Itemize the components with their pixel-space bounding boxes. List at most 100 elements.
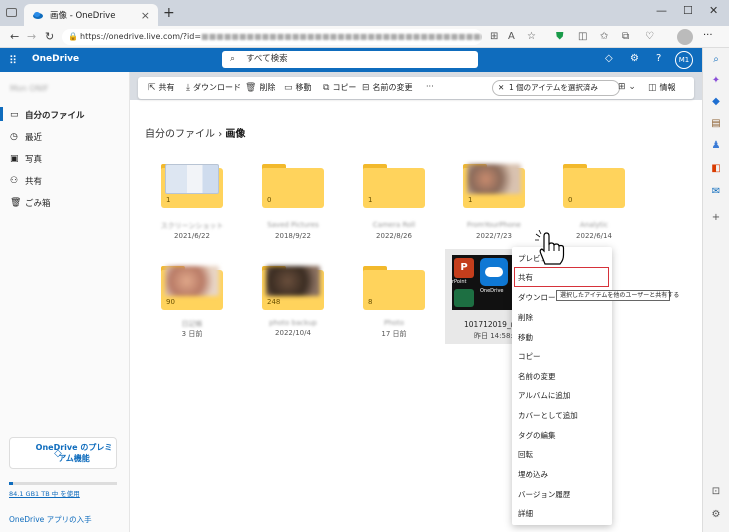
sidebar-screen-icon[interactable]: ⊡ [710,486,722,498]
nav-item-my-files[interactable]: ▭ 自分のファイル [0,107,85,121]
sidebar-outlook-icon[interactable]: ✉ [710,186,722,198]
rename-command[interactable]: ⊟ 名前の変更 [362,82,413,93]
folder-thumbnail [467,164,521,194]
nav-item-shared[interactable]: ⚇ 共有 [10,175,42,187]
download-command[interactable]: ⤓ ダウンロード [186,82,241,93]
breadcrumb: 自分のファイル › 画像 [145,125,245,140]
breadcrumb-root[interactable]: 自分のファイル [145,129,215,140]
menu-item-embed[interactable]: 埋め込み [518,469,548,480]
photo-icon: ▣ [10,154,19,164]
folder-tile[interactable]: 248 [262,262,324,314]
read-aloud-icon[interactable]: A [508,31,515,42]
sidebar-settings-icon[interactable]: ⚙ [710,509,722,521]
photo-thumbnail[interactable]: P rPoint OneDrive [452,255,514,310]
folder-thumbnail [165,266,219,296]
sidebar-office-icon[interactable]: ◧ [710,163,722,175]
folder-date: 2018/9/22 [275,232,311,240]
info-command[interactable]: ◫ 情報 [648,82,676,93]
collections-icon[interactable]: ⧉ [622,31,629,42]
sidebar-games-icon[interactable]: ♟ [710,140,722,152]
selection-pill[interactable]: ✕ 1 個のアイテムを選択済み [492,80,620,96]
menu-item-delete[interactable]: 削除 [518,312,533,323]
excel-app-icon [454,289,474,307]
menu-item-set-cover[interactable]: カバーとして追加 [518,410,578,421]
tab-actions-icon[interactable] [6,8,17,17]
folder-date: 17 日前 [381,330,407,338]
sidebar-tools-icon[interactable]: ▤ [710,118,722,130]
browser-essentials-icon[interactable]: ♡ [645,31,654,42]
browser-tab[interactable]: 画像 - OneDrive × [24,4,158,26]
folder-tile[interactable]: 0 [563,160,625,212]
nav-item-recent[interactable]: ◷ 最近 [10,131,42,143]
storage-usage-link[interactable]: 84.1 GB1 TB 中 を使用 [9,488,80,498]
url-text: https://onedrive.live.com/?id= [80,32,202,41]
favorites-icon[interactable]: ✩ [600,31,608,42]
clear-selection-icon[interactable]: ✕ [498,81,504,95]
left-navigation: Mon ONIF ▭ 自分のファイル ◷ 最近 ▣ 写真 ⚇ 共有 🗑 ごみ箱 … [0,72,130,532]
folder-icon: ▭ [10,110,19,120]
folder-tile[interactable]: 1 [363,160,425,212]
tab-close-icon[interactable]: × [141,9,150,22]
sidebar-copilot-icon[interactable]: ✦ [710,75,722,87]
forward-button[interactable]: → [27,30,36,43]
split-screen-icon[interactable]: ◫ [578,31,587,42]
folder-tile[interactable]: 8 [363,262,425,314]
minimize-icon[interactable]: — [656,4,667,17]
back-button[interactable]: ← [10,30,19,43]
app-launcher-icon[interactable]: ⠿ [9,54,17,67]
folder-thumbnail [165,164,219,194]
maximize-icon[interactable]: ☐ [683,4,693,17]
more-command[interactable]: ··· [426,82,434,91]
copy-icon: ⧉ [323,82,330,93]
menu-item-copy[interactable]: コピー [518,351,541,362]
sidebar-add-icon[interactable]: + [710,212,722,224]
onedrive-app-icon [480,258,508,286]
search-box[interactable]: ⌕ すべて検索 [222,51,478,68]
people-icon: ⚇ [10,176,19,186]
new-tab-button[interactable]: + [163,5,175,21]
copy-command[interactable]: ⧉ コピー [323,82,356,93]
account-avatar[interactable]: M1 [675,51,693,69]
menu-item-add-to-album[interactable]: アルバムに追加 [518,390,570,401]
view-options-button[interactable]: ⊞ ⌄ [618,82,636,92]
selection-label: 1 個のアイテムを選択済み [509,83,598,92]
share-command[interactable]: ⇱ 共有 [148,82,175,93]
app-available-icon[interactable]: ⊞ [490,31,498,42]
nav-item-recycle-bin[interactable]: 🗑 ごみ箱 [10,197,51,209]
menu-item-details[interactable]: 詳細 [518,508,533,519]
folder-tile[interactable]: 0 [262,160,324,212]
reload-button[interactable]: ↻ [45,30,54,43]
move-command[interactable]: ▭ 移動 [284,82,312,93]
menu-item-rename[interactable]: 名前の変更 [518,371,556,382]
delete-command[interactable]: 🗑 削除 [245,82,275,93]
storage-fill [9,482,14,485]
menu-item-edit-tags[interactable]: タグの編集 [518,430,556,441]
settings-gear-icon[interactable]: ⚙ [630,53,639,64]
sidebar-search-icon[interactable]: ⌕ [710,54,722,66]
app-title[interactable]: OneDrive [32,54,79,64]
menu-item-rotate[interactable]: 回転 [518,449,533,460]
premium-diamond-icon[interactable]: ◇ [605,53,613,64]
folder-name: スクリーンショット [160,222,224,230]
share-icon: ⇱ [148,82,156,93]
premium-button[interactable]: ◇ OneDrive のプレミアム機能 [9,437,117,469]
get-apps-link[interactable]: OneDrive アプリの入手 [9,514,92,525]
shield-extension-icon[interactable]: ⛊ [556,31,564,42]
browser-profile-avatar[interactable] [677,29,693,45]
info-panel-icon: ◫ [648,82,657,93]
close-window-icon[interactable]: ✕ [709,4,718,17]
nav-item-photos[interactable]: ▣ 写真 [10,153,42,165]
menu-item-move[interactable]: 移動 [518,332,533,343]
folder-tile[interactable]: 90 [161,262,223,314]
help-icon[interactable]: ? [656,53,661,64]
address-bar-row: ← → ↻ 🔒 https://onedrive.live.com/?id=■■… [0,26,729,48]
sidebar-tag-icon[interactable]: ◆ [710,96,722,108]
trash-icon: 🗑 [245,82,257,93]
favorite-star-icon[interactable]: ☆ [527,31,536,42]
breadcrumb-current: 画像 [225,129,246,140]
menu-item-version-history[interactable]: バージョン履歴 [518,489,570,500]
folder-tile[interactable]: 1 [161,160,223,212]
browser-menu-icon[interactable]: ··· [703,30,713,41]
url-field[interactable]: 🔒 https://onedrive.live.com/?id=■■■■■■■■… [62,29,482,45]
folder-tile[interactable]: 1 [463,160,525,212]
